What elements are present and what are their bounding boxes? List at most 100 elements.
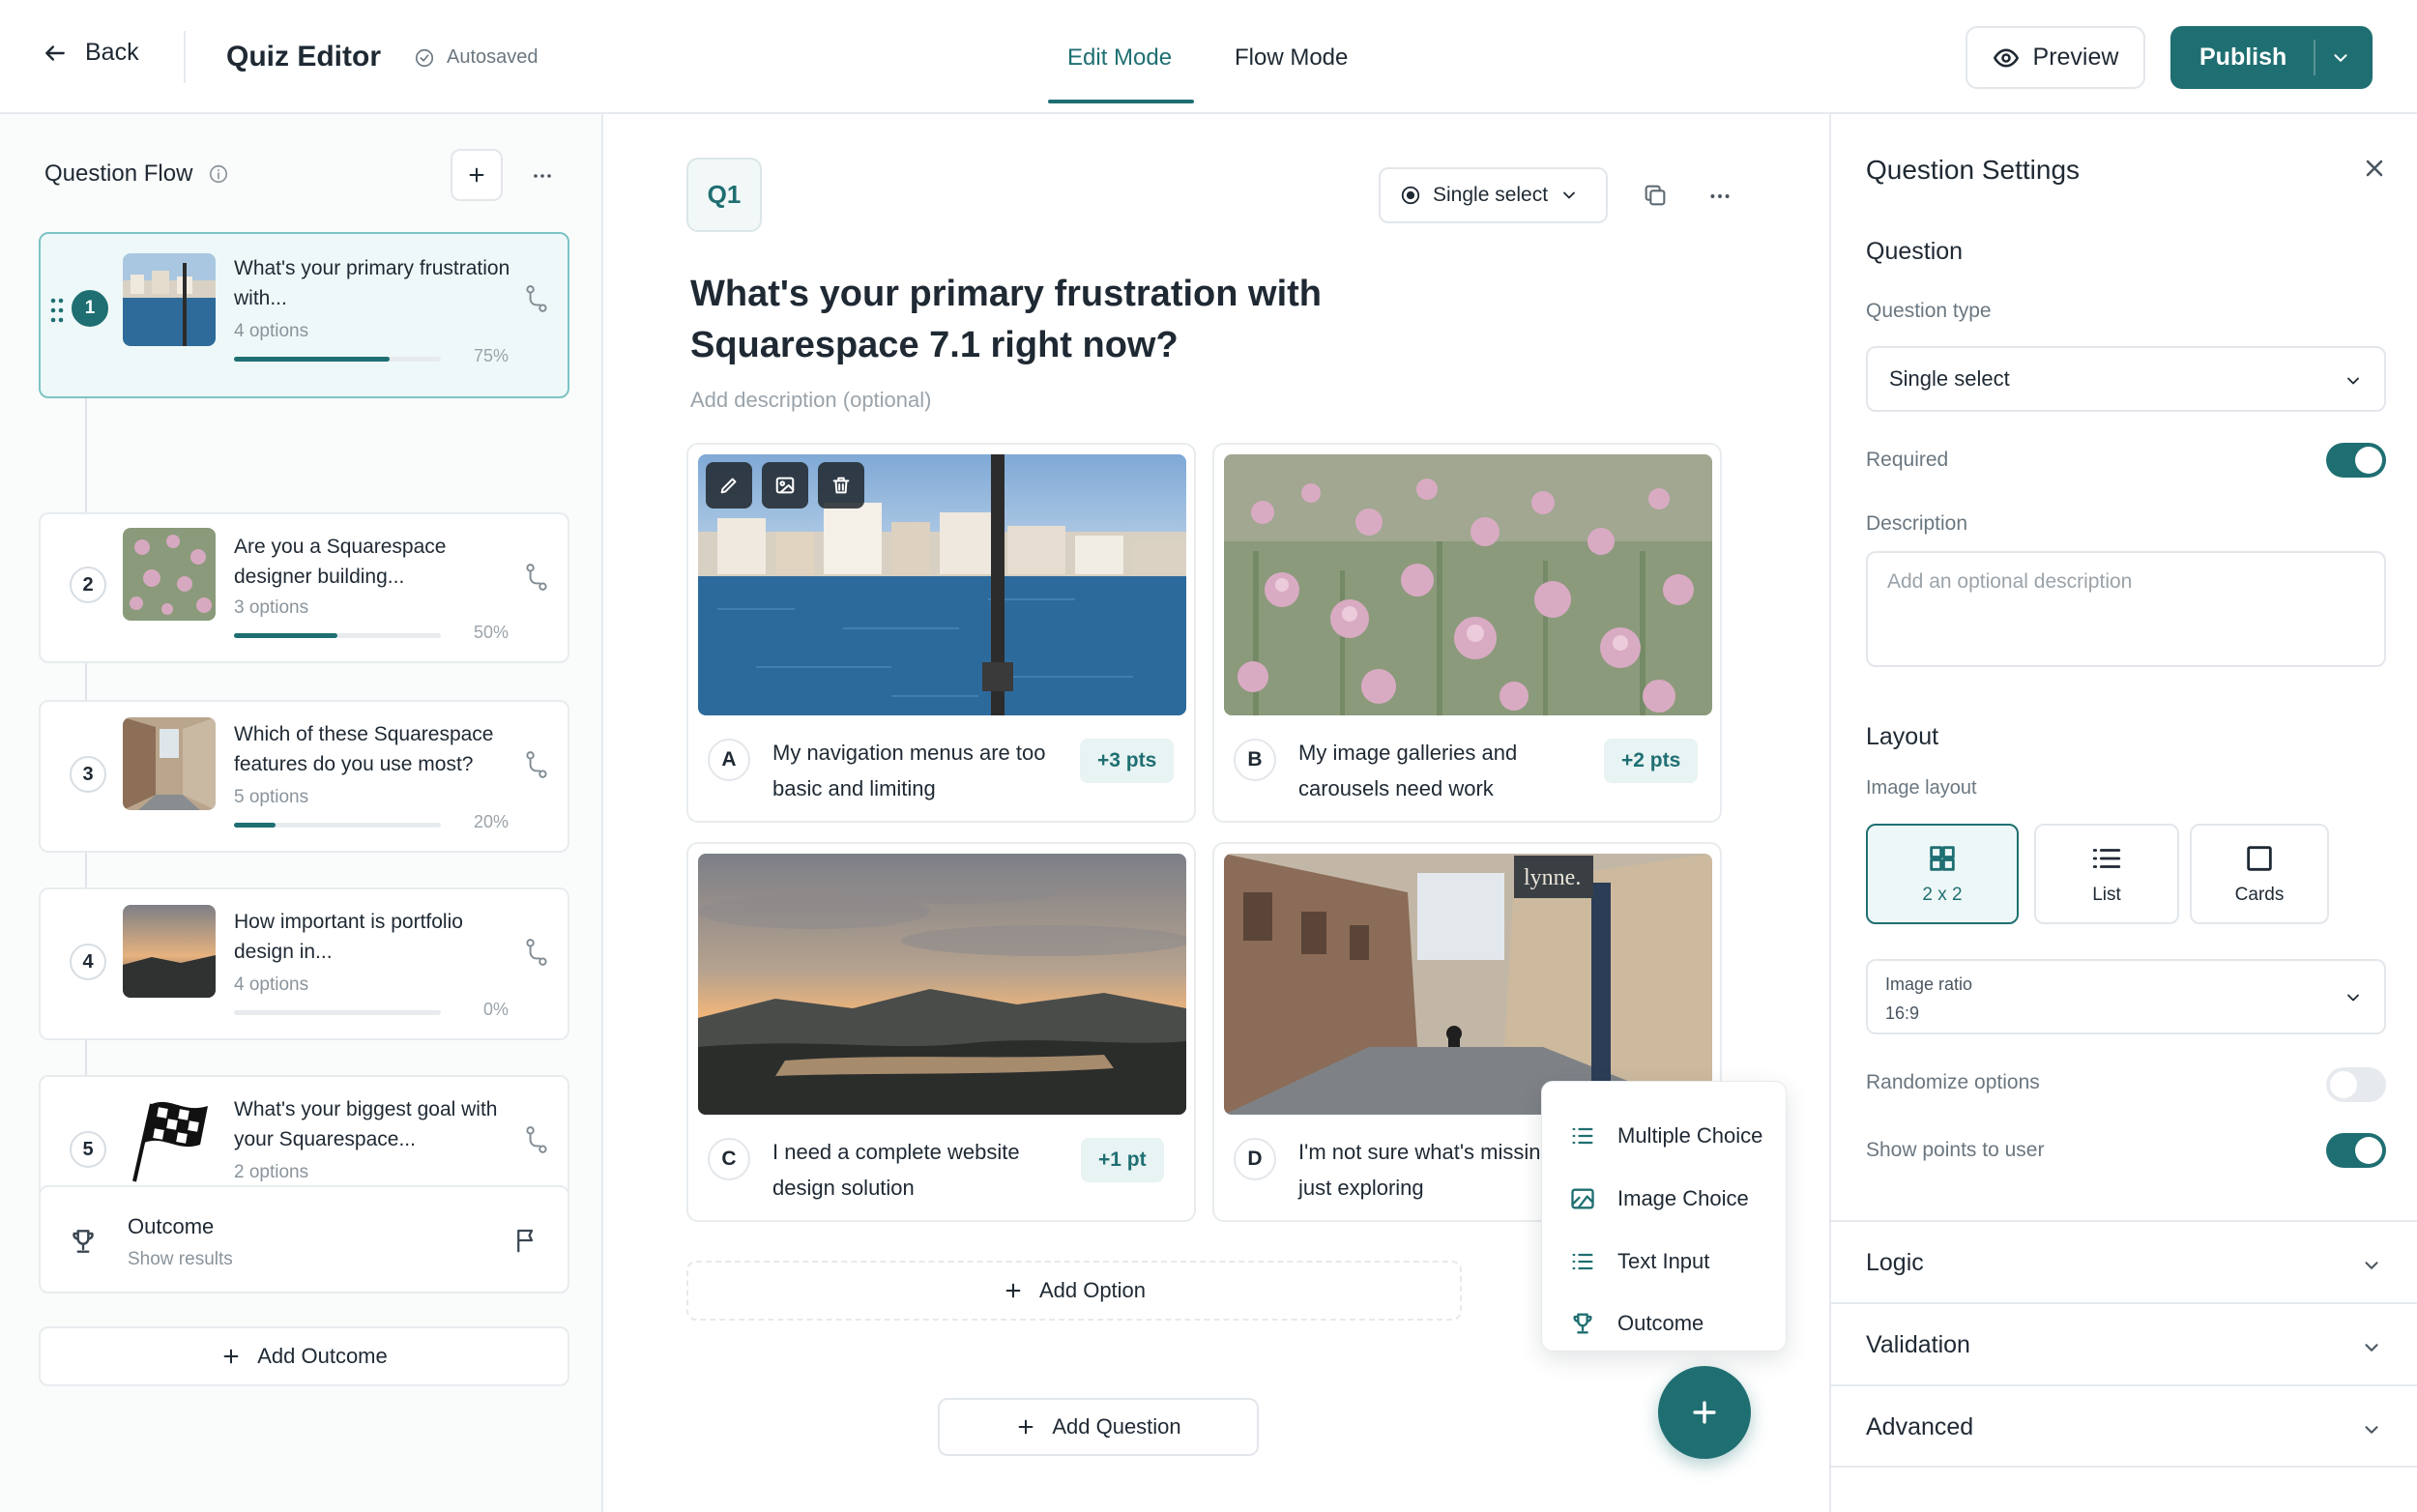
question-text: What's your primary frustration with... — [234, 257, 510, 309]
street-image: lynne. — [1224, 854, 1712, 1115]
branch-icon[interactable] — [524, 284, 549, 313]
option-letter: A — [708, 739, 750, 781]
question-type-select[interactable]: Single select — [1379, 167, 1608, 223]
menu-item-image-choice[interactable]: Image Choice — [1569, 1185, 1749, 1212]
edit-image-button[interactable] — [706, 462, 752, 509]
chevron-down-icon — [2365, 1344, 2378, 1352]
question-section-heading: Question — [1866, 238, 1964, 265]
question-progress — [234, 357, 441, 362]
image-ratio-dropdown[interactable]: Image ratio 16:9 — [1866, 959, 2386, 1034]
question-thumbnail — [123, 717, 216, 810]
pencil-icon — [720, 478, 737, 494]
settings-title: Question Settings — [1866, 155, 2081, 185]
header-divider — [184, 31, 186, 83]
delete-image-button[interactable] — [818, 462, 864, 509]
preview-label: Preview — [2032, 44, 2119, 71]
question-text: Which of these Squarespace features do y… — [234, 723, 494, 775]
trophy-icon — [73, 1230, 94, 1253]
option-points[interactable]: +2 pts — [1604, 739, 1699, 783]
menu-item-text-input[interactable]: Text Input — [1569, 1248, 1709, 1275]
back-button[interactable]: Back — [43, 39, 139, 67]
radio-icon — [1401, 186, 1420, 205]
option-card-c[interactable]: C I need a complete website design solut… — [686, 842, 1196, 1222]
outcome-title: Outcome — [128, 1214, 215, 1238]
image-icon — [775, 477, 795, 494]
question-progress — [234, 1010, 441, 1015]
layout-option-cards[interactable]: Cards — [2190, 824, 2329, 924]
close-icon[interactable] — [2361, 155, 2388, 182]
drag-handle-icon[interactable] — [48, 296, 66, 325]
plus-icon — [1018, 1419, 1034, 1435]
publish-button[interactable]: Publish — [2170, 26, 2373, 89]
chevron-down-icon[interactable] — [2330, 47, 2351, 69]
add-outcome-button[interactable]: Add Outcome — [39, 1326, 569, 1386]
info-icon[interactable] — [208, 163, 229, 185]
description-textarea[interactable]: Add an optional description — [1866, 551, 2386, 667]
chevron-down-icon — [2365, 1426, 2378, 1434]
layout-option-label: Cards — [2234, 885, 2285, 905]
question-options-count: 4 options — [234, 974, 309, 995]
more-horizontal-icon[interactable] — [1707, 184, 1733, 209]
plus-icon — [1005, 1283, 1021, 1298]
add-option-button[interactable]: Add Option — [686, 1261, 1462, 1321]
question-card-4[interactable]: 4 How important is portfolio design in..… — [39, 887, 569, 1040]
question-card-2[interactable]: 2 Are you a Squarespace designer buildin… — [39, 512, 569, 663]
replace-image-button[interactable] — [762, 462, 808, 509]
show-points-toggle[interactable] — [2326, 1133, 2386, 1168]
question-flow-header: Question Flow — [44, 160, 229, 188]
preview-button[interactable]: Preview — [1966, 26, 2145, 89]
add-question-label: Add Question — [1052, 1414, 1181, 1439]
randomize-toggle[interactable] — [2326, 1067, 2386, 1102]
required-label: Required — [1866, 449, 1949, 471]
option-points[interactable]: +3 pts — [1080, 739, 1175, 783]
option-card-a[interactable]: A My navigation menus are too basic and … — [686, 443, 1196, 823]
toggle-knob — [2330, 1071, 2357, 1098]
accordion-validation[interactable]: Validation — [1831, 1302, 2417, 1385]
add-fab-button[interactable] — [1658, 1366, 1751, 1459]
accordion-logic[interactable]: Logic — [1831, 1220, 2417, 1303]
option-card-b[interactable]: B My image galleries and carousels need … — [1212, 443, 1722, 823]
branch-icon[interactable] — [524, 750, 549, 779]
layout-option-list[interactable]: List — [2034, 824, 2179, 924]
sunset-image — [698, 854, 1186, 1115]
list-icon — [1572, 1127, 1593, 1145]
flow-more-button[interactable] — [523, 157, 562, 195]
menu-item-outcome[interactable]: Outcome — [1569, 1310, 1704, 1337]
option-text[interactable]: I need a complete website design solutio… — [772, 1134, 1063, 1206]
toggle-knob — [2355, 447, 2382, 474]
description-label: Description — [1866, 512, 1968, 535]
image-toolbar — [706, 462, 864, 509]
chevron-down-icon — [1563, 191, 1575, 199]
option-letter: C — [708, 1138, 750, 1180]
question-card-1[interactable]: 1 What's your primary frustration with..… — [39, 232, 569, 398]
tab-edit-mode[interactable]: Edit Mode — [1067, 44, 1172, 72]
question-type-dropdown[interactable]: Single select — [1866, 346, 2386, 412]
add-question-small-button[interactable] — [451, 149, 503, 201]
add-question-button[interactable]: Add Question — [938, 1398, 1259, 1456]
tab-flow-mode[interactable]: Flow Mode — [1235, 44, 1348, 72]
duplicate-icon[interactable] — [1642, 182, 1669, 209]
branch-icon[interactable] — [524, 1125, 549, 1154]
option-text[interactable]: My image galleries and carousels need wo… — [1298, 735, 1588, 806]
flowers-thumbnail — [123, 528, 216, 621]
description-input[interactable]: Add description (optional) — [690, 388, 931, 413]
branch-icon[interactable] — [524, 563, 549, 592]
question-title[interactable]: What's your primary frustration with Squ… — [690, 269, 1367, 371]
outcome-card[interactable]: Outcome Show results — [39, 1185, 569, 1294]
more-horizontal-icon — [534, 174, 551, 178]
required-toggle[interactable] — [2326, 443, 2386, 478]
question-progress-label: 0% — [482, 1000, 509, 1019]
flag-icon[interactable] — [512, 1226, 541, 1255]
question-card-3[interactable]: 3 Which of these Squarespace features do… — [39, 700, 569, 853]
menu-item-multiple-choice[interactable]: Multiple Choice — [1569, 1122, 1762, 1149]
layout-option-2x2[interactable]: 2 x 2 — [1866, 824, 2019, 924]
question-text: Are you a Squarespace designer building.… — [234, 536, 447, 588]
plus-icon — [469, 167, 484, 183]
question-options-count: 4 options — [234, 321, 309, 341]
question-number: 1 — [72, 290, 108, 327]
option-points[interactable]: +1 pt — [1081, 1138, 1164, 1182]
grid-icon — [1930, 846, 1955, 871]
option-text[interactable]: My navigation menus are too basic and li… — [772, 735, 1063, 806]
branch-icon[interactable] — [524, 938, 549, 967]
accordion-advanced[interactable]: Advanced — [1831, 1384, 2417, 1468]
